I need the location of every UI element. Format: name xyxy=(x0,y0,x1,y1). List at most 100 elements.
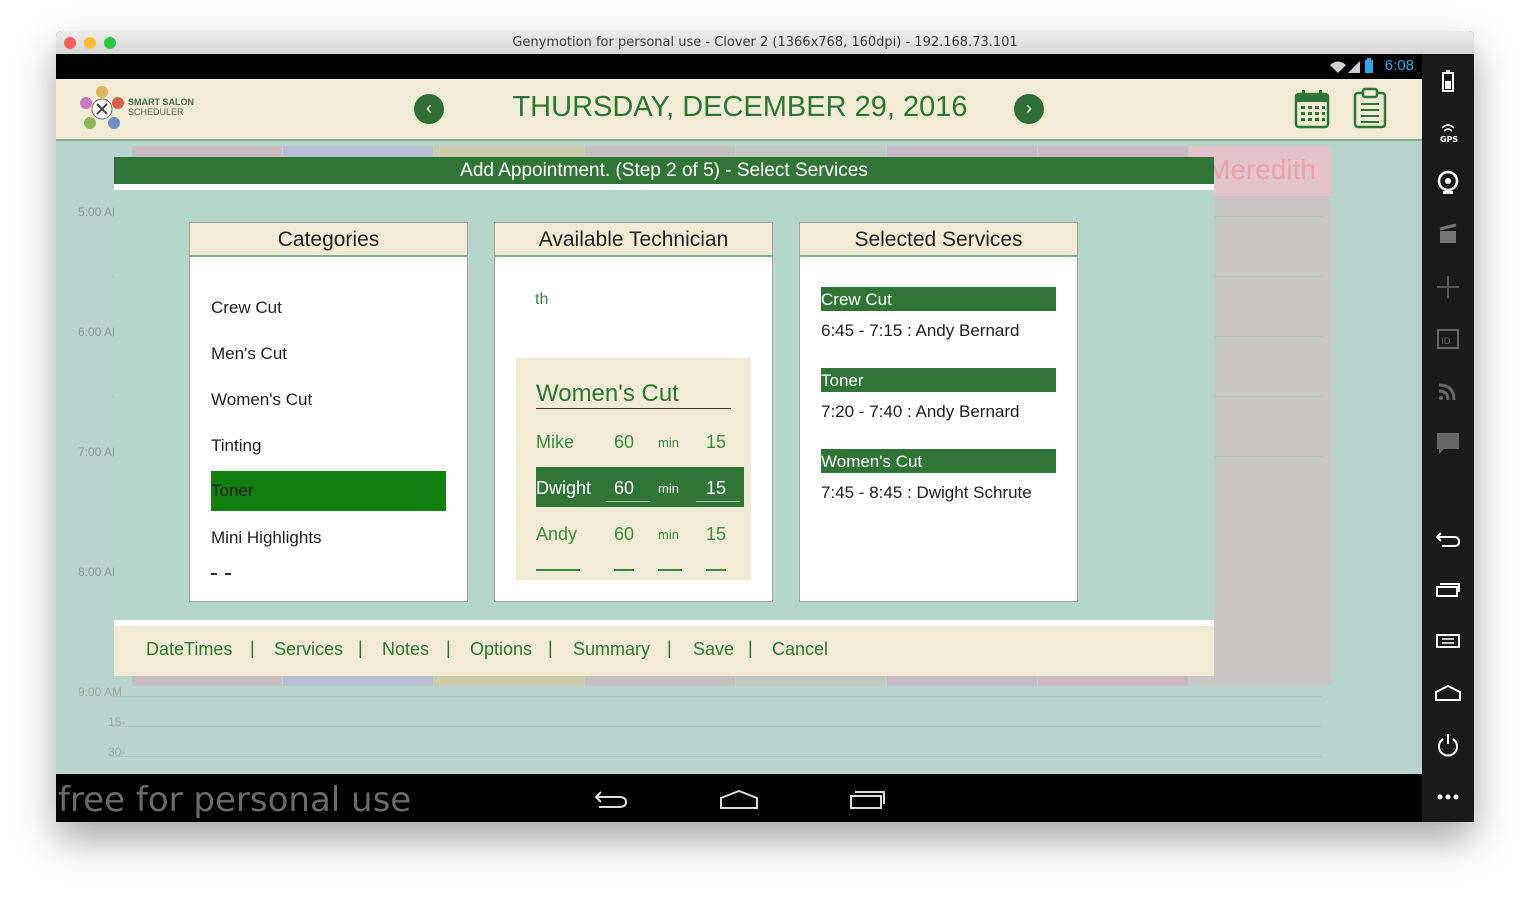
footer-link-save[interactable]: Save xyxy=(693,639,734,660)
tech-name: Andy xyxy=(536,524,578,544)
selected-service-detail[interactable]: 7:20 - 7:40 : Andy Bernard xyxy=(821,402,1019,422)
recent-apps-icon[interactable] xyxy=(848,788,886,810)
grid-line xyxy=(112,756,1322,757)
tech-duration: 60 xyxy=(614,432,635,452)
tech-unit: min xyxy=(658,435,679,450)
technician-row[interactable]: Mike 60 min 15 xyxy=(536,421,744,461)
footer-link-summary[interactable]: Summary xyxy=(573,639,650,660)
genymotion-window: Genymotion for personal use - Clover 2 (… xyxy=(56,31,1474,822)
rss-icon[interactable] xyxy=(1434,377,1462,405)
grid-line xyxy=(112,696,1322,697)
tech-buffer: 15 xyxy=(706,478,727,498)
tech-unit: min xyxy=(658,481,679,496)
genymotion-sidebar: GPS ID xyxy=(1422,54,1474,822)
battery-icon xyxy=(1365,58,1373,73)
tech-duration: 60 xyxy=(614,478,635,498)
footer-separator: | xyxy=(358,638,363,658)
footer-link-cancel[interactable]: Cancel xyxy=(772,639,828,660)
tech-name: Dwight xyxy=(536,478,592,498)
logo-line-2: SCHEDULER xyxy=(128,107,184,117)
footer-link-options[interactable]: Options xyxy=(470,639,532,660)
calendar-icon[interactable] xyxy=(1294,89,1330,129)
dialog-divider xyxy=(114,184,1214,190)
selected-service-detail[interactable]: 7:45 - 8:45 : Dwight Schrute xyxy=(821,483,1032,503)
technician-partial-row[interactable]: th xyxy=(535,291,548,309)
window-titlebar: Genymotion for personal use - Clover 2 (… xyxy=(56,31,1474,55)
add-appointment-dialog: Add Appointment. (Step 2 of 5) - Select … xyxy=(114,157,1214,676)
technician-row-selected[interactable]: Dwight 60 min 15 xyxy=(536,467,744,507)
tech-name-meredith: Meredith xyxy=(1207,154,1316,185)
technician-title: Available Technician xyxy=(495,223,772,257)
more-icon[interactable] xyxy=(1434,783,1462,811)
footer-separator: | xyxy=(667,638,672,658)
technician-row[interactable]: Andy 60 min 15 xyxy=(536,513,744,553)
tech-duration: 60 xyxy=(614,524,635,544)
android-nav-bar: free for personal use xyxy=(56,774,1422,822)
footer-separator: | xyxy=(250,638,255,658)
signal-icon xyxy=(1330,61,1360,73)
category-item-selected[interactable]: Toner xyxy=(211,471,446,511)
tech-buffer: 15 xyxy=(706,432,727,452)
home-icon[interactable] xyxy=(719,788,759,810)
prev-day-button[interactable]: ‹ xyxy=(414,94,444,124)
selected-services-title: Selected Services xyxy=(800,223,1077,257)
grid-line xyxy=(112,726,1322,727)
status-time: 6:08 xyxy=(1384,57,1414,74)
category-item-partial[interactable] xyxy=(211,573,237,579)
app-header: SMART SALON SCHEDULER ‹ THURSDAY, DECEMB… xyxy=(56,79,1422,141)
logo-line-1: SMART SALON xyxy=(128,97,194,107)
webcam-icon[interactable] xyxy=(1434,169,1462,197)
footer-separator: | xyxy=(446,638,451,658)
categories-panel: Categories Crew Cut Men's Cut Women's Cu… xyxy=(189,222,468,602)
watermark-text: free for personal use xyxy=(58,780,412,820)
footer-separator: | xyxy=(748,638,753,658)
selected-service-header[interactable]: Crew Cut xyxy=(821,287,1056,311)
footer-link-datetimes[interactable]: DateTimes xyxy=(146,639,232,660)
dialog-footer-nav: DateTimes | Services | Notes | Options |… xyxy=(114,620,1214,676)
power-icon[interactable] xyxy=(1434,731,1462,759)
technician-panel: Available Technician th Women's Cut Mike… xyxy=(494,222,773,602)
sidebar-home-icon[interactable] xyxy=(1434,679,1462,707)
service-name: Women's Cut xyxy=(536,380,731,409)
selected-services-panel: Selected Services Crew Cut 6:45 - 7:15 :… xyxy=(799,222,1078,602)
tech-buffer: 15 xyxy=(706,524,727,544)
sidebar-back-icon[interactable] xyxy=(1434,523,1462,551)
dialog-title: Add Appointment. (Step 2 of 5) - Select … xyxy=(114,157,1214,184)
window-title: Genymotion for personal use - Clover 2 (… xyxy=(512,35,1018,50)
categories-title: Categories xyxy=(190,223,467,257)
logo-text: SMART SALON SCHEDULER xyxy=(128,97,194,117)
sidebar-menu-icon[interactable] xyxy=(1434,627,1462,655)
tech-unit: min xyxy=(658,527,679,542)
selected-service-header[interactable]: Toner xyxy=(821,368,1056,392)
service-technician-group: Women's Cut Mike 60 min 15 Dwight 60 min… xyxy=(516,358,751,580)
category-item[interactable]: Men's Cut xyxy=(211,344,287,364)
svg-text:GPS: GPS xyxy=(1440,135,1458,144)
category-item[interactable]: Tinting xyxy=(211,436,261,456)
category-item[interactable]: Crew Cut xyxy=(211,298,282,318)
tech-name: Mike xyxy=(536,432,575,452)
footer-link-services[interactable]: Services xyxy=(274,639,343,660)
next-day-button[interactable]: › xyxy=(1014,94,1044,124)
svg-text:ID: ID xyxy=(1441,337,1451,347)
category-item[interactable]: Women's Cut xyxy=(211,390,312,410)
status-bar: 6:08 xyxy=(56,54,1422,79)
device-id-icon[interactable]: ID xyxy=(1434,325,1462,353)
sms-icon[interactable] xyxy=(1434,429,1462,457)
back-icon[interactable] xyxy=(593,788,629,810)
move-icon[interactable] xyxy=(1434,273,1462,301)
technician-row-partial[interactable] xyxy=(536,569,731,580)
battery-widget-icon[interactable] xyxy=(1434,68,1462,96)
selected-service-detail[interactable]: 6:45 - 7:15 : Andy Bernard xyxy=(821,321,1019,341)
footer-separator: | xyxy=(548,638,553,658)
chevron-right-icon: › xyxy=(1026,98,1032,118)
capture-icon[interactable] xyxy=(1434,221,1462,249)
category-item[interactable]: Mini Highlights xyxy=(211,528,322,548)
footer-link-notes[interactable]: Notes xyxy=(382,639,429,660)
gps-icon[interactable]: GPS xyxy=(1434,118,1462,146)
selected-service-header[interactable]: Women's Cut xyxy=(821,449,1056,473)
sidebar-recent-icon[interactable] xyxy=(1434,575,1462,603)
date-title: THURSDAY, DECEMBER 29, 2016 xyxy=(512,91,968,123)
android-screen: 6:08 SMART SALON SCHEDULER ‹ THURSDAY, D… xyxy=(56,54,1422,774)
salon-logo-icon xyxy=(80,86,124,129)
clipboard-icon[interactable] xyxy=(1352,87,1388,129)
